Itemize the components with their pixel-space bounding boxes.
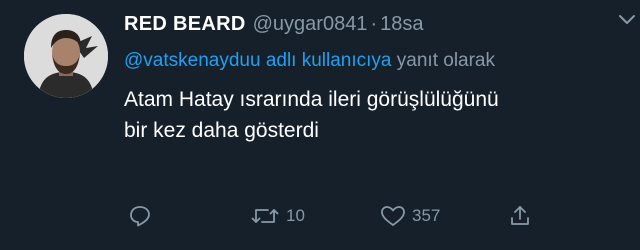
share-button[interactable] [508, 204, 532, 228]
like-count: 357 [412, 206, 441, 225]
retweet-count: 10 [286, 206, 305, 225]
chevron-down-icon[interactable] [618, 14, 636, 26]
user-handle[interactable]: @uygar0841 [253, 12, 368, 36]
share-icon [511, 206, 529, 225]
tweet-text-line: bir kez daha gösterdi [124, 119, 319, 142]
reply-suffix: yanıt olarak [396, 50, 496, 71]
tweet-content: RED BEARD @uygar0841 · 18sa @vatskenaydu… [124, 12, 620, 146]
tweet-text-line: Atam Hatay ısrarında ileri görüşlülüğünü [124, 88, 499, 111]
tweet-header: RED BEARD @uygar0841 · 18sa [124, 12, 620, 36]
reply-context: @vatskenayduu adlı kullanıcıya yanıt ola… [124, 46, 544, 76]
retweet-icon [251, 209, 279, 223]
separator-dot: · [370, 13, 378, 35]
timestamp[interactable]: 18sa [380, 12, 423, 36]
tweet-card[interactable]: RED BEARD @uygar0841 · 18sa @vatskenaydu… [0, 0, 640, 250]
heart-icon [381, 206, 405, 226]
reply-mention-link[interactable]: @vatskenayduu adlı kullanıcıya [124, 50, 392, 71]
avatar-image [24, 14, 108, 98]
retweet-button[interactable]: 10 [250, 204, 305, 228]
display-name[interactable]: RED BEARD [124, 12, 246, 36]
reply-icon [130, 206, 150, 227]
like-button[interactable]: 357 [380, 204, 440, 228]
reply-button[interactable] [128, 204, 152, 228]
tweet-actions: 10 357 [128, 204, 558, 232]
tweet-text: Atam Hatay ısrarında ileri görüşlülüğünü… [124, 84, 594, 146]
avatar[interactable] [24, 14, 108, 98]
